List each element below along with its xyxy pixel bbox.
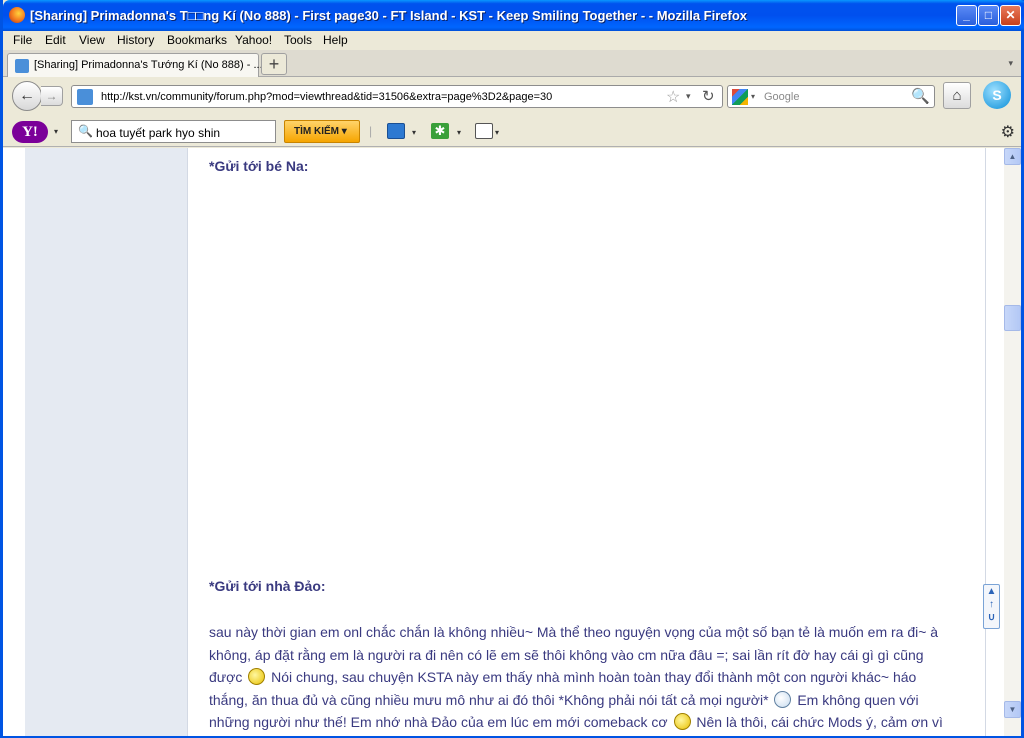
minimize-button[interactable]: _ xyxy=(956,5,977,26)
mail-chevron-icon[interactable]: ▾ xyxy=(412,128,416,137)
post-heading-dao: *Gửi tới nhà Đảo: xyxy=(209,578,326,594)
document-icon[interactable] xyxy=(475,123,493,139)
smiley-icon xyxy=(248,668,266,685)
post-paragraph: sau này thời gian em onl chắc chắn là kh… xyxy=(209,621,955,736)
maximize-button[interactable]: □ xyxy=(978,5,999,26)
yahoo-search-box[interactable]: 🔍 hoa tuyết park hyo shin xyxy=(71,120,276,143)
tab-list-chevron-icon[interactable]: ▾ xyxy=(1008,58,1013,69)
yahoo-search-button-label: TÌM KIẾM xyxy=(294,126,339,137)
vertical-scrollbar[interactable]: ▲ ▼ xyxy=(1004,148,1021,736)
back-button[interactable]: ← xyxy=(12,81,42,111)
mail-icon[interactable] xyxy=(387,123,405,139)
post-author-column xyxy=(25,148,188,736)
tab-label: [Sharing] Primadonna's Tướng Kí (No 888)… xyxy=(34,59,263,71)
yahoo-toolbar: Y! ▾ 🔍 hoa tuyết park hyo shin TÌM KIẾM … xyxy=(3,117,1021,147)
home-button[interactable]: ⌂ xyxy=(943,82,971,109)
menu-tools[interactable]: Tools xyxy=(284,33,312,47)
asterisk-chevron-icon[interactable]: ▾ xyxy=(457,128,461,137)
grin-smiley-icon xyxy=(774,690,792,708)
search-input[interactable]: Google xyxy=(764,91,799,103)
post-border xyxy=(985,148,986,736)
yahoo-search-button[interactable]: TÌM KIẾM ▾ xyxy=(284,120,360,143)
page-margin xyxy=(3,148,25,736)
url-history-chevron-icon[interactable]: ▾ xyxy=(686,91,691,102)
site-favicon-icon xyxy=(77,89,93,105)
tab-active[interactable]: [Sharing] Primadonna's Tướng Kí (No 888)… xyxy=(7,53,263,77)
yahoo-menu-chevron-icon[interactable]: ▾ xyxy=(54,127,58,136)
search-icon[interactable]: 🔍 xyxy=(911,87,930,105)
document-chevron-icon[interactable]: ▾ xyxy=(495,128,499,137)
reload-button[interactable]: ↻ xyxy=(702,87,715,105)
page-viewport: *Gửi tới bé Na: *Gửi tới nhà Đảo: sau nà… xyxy=(3,148,1021,736)
forward-button[interactable]: → xyxy=(41,86,63,106)
menu-edit[interactable]: Edit xyxy=(45,33,66,47)
menu-view[interactable]: View xyxy=(79,33,105,47)
asterisk-icon[interactable]: ✱ xyxy=(431,123,449,139)
post-heading-na: *Gửi tới bé Na: xyxy=(209,158,309,174)
url-input[interactable]: http://kst.vn/community/forum.php?mod=vi… xyxy=(101,91,552,103)
menu-file[interactable]: File xyxy=(13,33,32,47)
navigation-toolbar: ← → http://kst.vn/community/forum.php?mo… xyxy=(3,77,1021,117)
firefox-window: [Sharing] Primadonna's T□□ng Kí (No 888)… xyxy=(0,0,1024,738)
menu-bookmarks[interactable]: Bookmarks xyxy=(167,33,227,47)
scroll-thumb[interactable] xyxy=(1004,305,1021,331)
window-title: [Sharing] Primadonna's T□□ng Kí (No 888)… xyxy=(30,8,748,23)
menu-help[interactable]: Help xyxy=(323,33,348,47)
firefox-icon xyxy=(9,7,25,23)
gear-icon[interactable]: ⚙ xyxy=(1001,122,1015,142)
google-icon[interactable] xyxy=(732,89,748,105)
search-icon: 🔍 xyxy=(78,124,93,138)
url-bar[interactable]: http://kst.vn/community/forum.php?mod=vi… xyxy=(71,85,723,108)
tab-bar: [Sharing] Primadonna's Tướng Kí (No 888)… xyxy=(3,50,1021,77)
menu-history[interactable]: History xyxy=(117,33,154,47)
skype-icon[interactable]: S xyxy=(983,81,1011,109)
back-to-top-button[interactable]: ▲ ↑ ∪ xyxy=(983,584,1000,629)
close-button[interactable]: ✕ xyxy=(1000,5,1021,26)
toolbar-separator-icon: | xyxy=(369,124,373,138)
scroll-down-button[interactable]: ▼ xyxy=(1004,701,1021,718)
title-bar[interactable]: [Sharing] Primadonna's T□□ng Kí (No 888)… xyxy=(3,0,1024,31)
menu-bar: File Edit View History Bookmarks Yahoo! … xyxy=(3,31,1021,50)
site-favicon-icon xyxy=(15,59,29,73)
scroll-up-button[interactable]: ▲ xyxy=(1004,148,1021,165)
yahoo-search-input[interactable]: hoa tuyết park hyo shin xyxy=(96,126,220,140)
bookmark-star-icon[interactable]: ☆ xyxy=(666,87,680,107)
search-engine-chevron-icon[interactable]: ▾ xyxy=(751,92,755,101)
smiley-icon xyxy=(673,713,691,730)
web-search-box[interactable]: ▾ Google 🔍 xyxy=(727,85,935,108)
yahoo-logo[interactable]: Y! xyxy=(12,121,48,143)
search-options-chevron-icon: ▾ xyxy=(341,126,347,137)
menu-yahoo[interactable]: Yahoo! xyxy=(235,33,272,47)
new-tab-button[interactable]: + xyxy=(261,53,287,75)
